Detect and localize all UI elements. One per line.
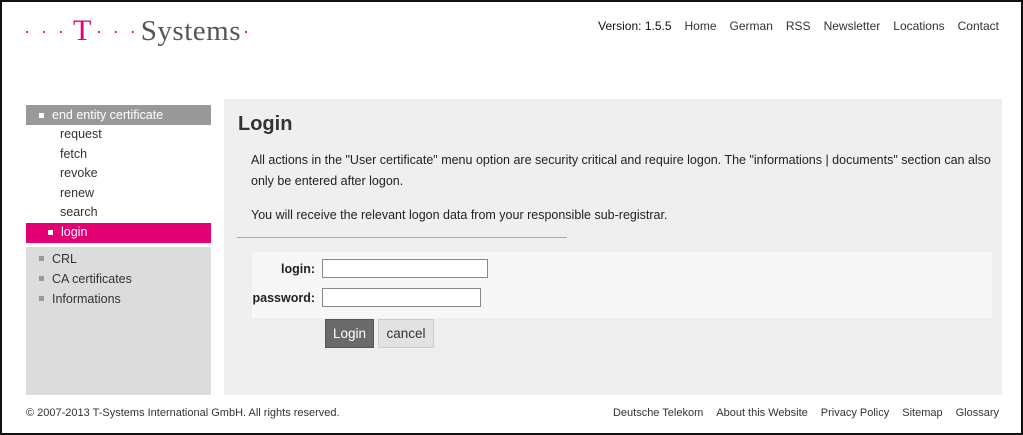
top-navigation: Version: 1.5.5 Home German RSS Newslette… (598, 19, 999, 33)
main-content: Login All actions in the "User certifica… (224, 99, 1002, 395)
sidebar-item-label: Informations (52, 291, 121, 306)
sidebar-item-label: CRL (52, 251, 78, 266)
sidebar-item-renew[interactable]: renew (26, 184, 211, 204)
sidebar-item-crl[interactable]: CRL (26, 249, 211, 269)
sidebar-group-label: end entity certificate (52, 108, 164, 122)
login-button[interactable]: Login (325, 319, 374, 348)
logo-dots-mid: · · · (95, 20, 139, 41)
bullet-square-icon (39, 276, 44, 282)
logo-dots-left: · · · (24, 20, 67, 41)
footer-link-about[interactable]: About this Website (716, 407, 808, 419)
login-form: login: password: (252, 252, 992, 318)
logo-t-letter: T (72, 14, 92, 47)
bullet-square-icon (39, 296, 44, 302)
sidebar-item-ca-certificates[interactable]: CA certificates (26, 269, 211, 289)
footer-link-sitemap[interactable]: Sitemap (902, 407, 942, 419)
logon-info-paragraph: You will receive the relevant logon data… (251, 208, 668, 222)
nav-link-contact[interactable]: Contact (958, 19, 999, 33)
nav-link-rss[interactable]: RSS (786, 19, 811, 33)
bullet-square-icon (39, 112, 44, 118)
page-frame: · · · T · · · Systems · Version: 1.5.5 H… (0, 0, 1023, 435)
sidebar-item-revoke[interactable]: revoke (26, 164, 211, 184)
sidebar-item-request[interactable]: request (26, 125, 211, 145)
sidebar-item-search[interactable]: search (26, 203, 211, 223)
intro-paragraph: All actions in the "User certificate" me… (251, 153, 991, 188)
nav-link-locations[interactable]: Locations (893, 19, 944, 33)
divider (237, 237, 567, 238)
cancel-button[interactable]: cancel (378, 319, 434, 348)
sidebar-submenu: request fetch revoke renew search login (26, 125, 211, 247)
password-row: password: (252, 288, 481, 307)
password-input[interactable] (322, 288, 481, 307)
sidebar-item-label: CA certificates (52, 271, 132, 286)
logo-dot-end: · (242, 20, 250, 41)
sidebar-item-informations[interactable]: Informations (26, 289, 211, 309)
nav-link-newsletter[interactable]: Newsletter (824, 19, 881, 33)
sidebar-item-label: login (61, 224, 88, 239)
login-input[interactable] (322, 259, 488, 278)
login-row: login: (252, 259, 488, 278)
logo-name: Systems (140, 14, 241, 47)
tsystems-logo[interactable]: · · · T · · · Systems · (24, 14, 249, 48)
sidebar-item-login[interactable]: login (26, 222, 211, 243)
sidebar-group-end-entity-certificate[interactable]: end entity certificate (26, 105, 211, 125)
bullet-square-icon (48, 230, 53, 236)
footer-link-deutsche-telekom[interactable]: Deutsche Telekom (613, 407, 703, 419)
version-label: Version: 1.5.5 (598, 19, 672, 33)
sidebar-item-fetch[interactable]: fetch (26, 145, 211, 165)
password-label: password: (252, 290, 315, 305)
sidebar: end entity certificate request fetch rev… (26, 105, 211, 395)
bullet-square-icon (39, 256, 44, 262)
nav-link-home[interactable]: Home (685, 19, 717, 33)
page-title: Login (238, 113, 293, 135)
login-label: login: (280, 261, 315, 276)
sidebar-other-items: CRL CA certificates Informations (26, 247, 211, 309)
footer-link-glossary[interactable]: Glossary (956, 407, 999, 419)
copyright-text: © 2007-2013 T-Systems International GmbH… (26, 407, 340, 419)
footer-navigation: Deutsche Telekom About this Website Priv… (613, 407, 999, 419)
nav-link-german[interactable]: German (730, 19, 773, 33)
footer-link-privacy-policy[interactable]: Privacy Policy (821, 407, 889, 419)
